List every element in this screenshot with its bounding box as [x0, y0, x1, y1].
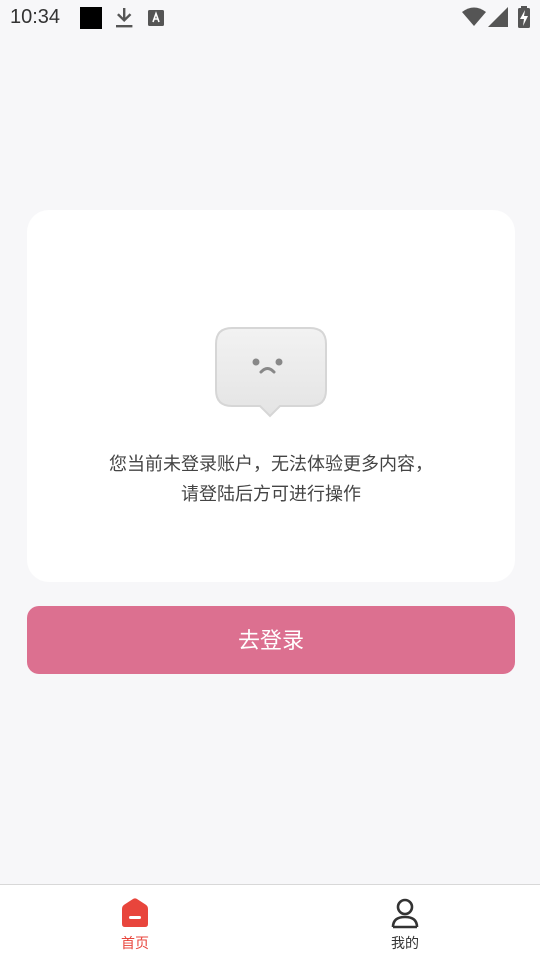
wifi-icon	[462, 7, 486, 26]
home-icon	[122, 898, 148, 927]
status-bar: 10:34	[0, 0, 540, 36]
a-badge-icon	[148, 10, 164, 26]
tab-mine[interactable]: 我的	[270, 885, 540, 961]
bottom-tab-bar: 首页 我的	[0, 884, 540, 961]
battery-charging-icon	[518, 6, 530, 28]
cell-signal-icon	[488, 7, 508, 27]
status-time: 10:34	[10, 6, 61, 28]
message-line-1: 您当前未登录账户，无法体验更多内容，	[109, 454, 433, 475]
tab-mine-label: 我的	[391, 936, 419, 952]
tab-home-label: 首页	[121, 936, 149, 952]
download-icon	[116, 8, 133, 28]
sad-face-bubble-icon	[215, 327, 327, 418]
black-square-icon	[80, 7, 102, 29]
go-login-button[interactable]: 去登录	[27, 606, 515, 674]
login-required-message: 您当前未登录账户，无法体验更多内容， 请登陆后方可进行操作	[27, 450, 515, 510]
user-icon	[391, 898, 419, 929]
message-line-2: 请登陆后方可进行操作	[181, 484, 361, 505]
tab-home[interactable]: 首页	[0, 885, 270, 961]
